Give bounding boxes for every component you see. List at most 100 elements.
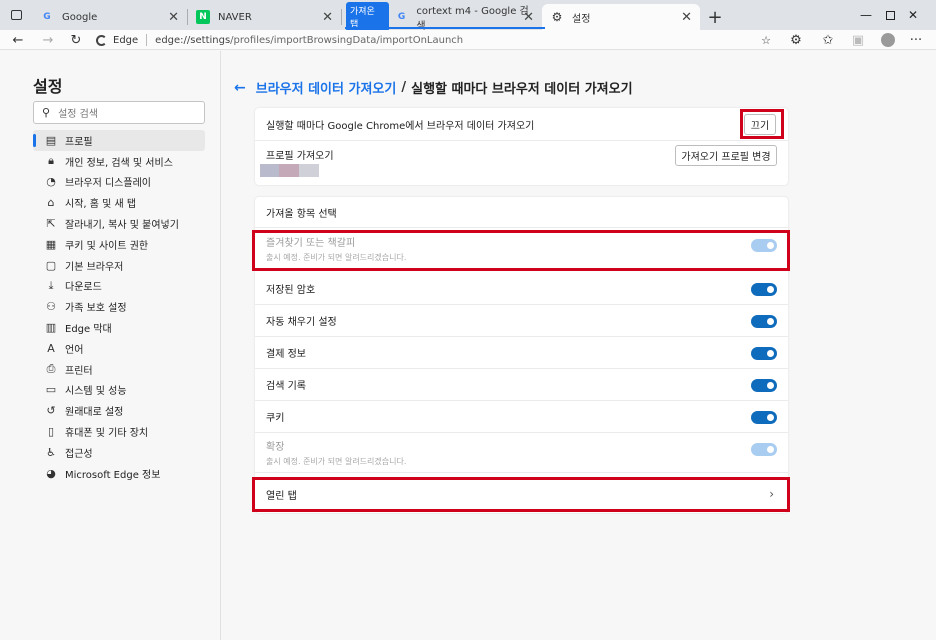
search-placeholder: 설정 검색 bbox=[58, 109, 99, 120]
arrow-left-icon: ← bbox=[12, 32, 24, 48]
naver-n-icon: N bbox=[196, 10, 210, 24]
close-icon[interactable]: ✕ bbox=[322, 10, 333, 25]
autofill-toggle[interactable] bbox=[751, 315, 777, 328]
payment-info-toggle[interactable] bbox=[751, 347, 777, 360]
close-icon[interactable]: ✕ bbox=[523, 10, 534, 25]
refresh-icon: ↻ bbox=[70, 32, 82, 48]
sidebar-item-accessibility[interactable]: ♿︎ 접근성 bbox=[33, 442, 205, 463]
sidebar-item-label: 시작, 홈 및 새 탭 bbox=[65, 199, 137, 211]
settings-main: ← 브라우저 데이터 가져오기 / 실행할 때마다 브라우저 데이터 가져오기 … bbox=[222, 51, 936, 640]
sidebar-item-printers[interactable]: ⎙ 프린터 bbox=[33, 359, 205, 380]
sidebar-item-label: 언어 bbox=[65, 344, 84, 356]
breadcrumb: ← 브라우저 데이터 가져오기 / 실행할 때마다 브라우저 데이터 가져오기 bbox=[234, 78, 633, 98]
breadcrumb-parent-link[interactable]: 브라우저 데이터 가져오기 bbox=[256, 78, 397, 97]
extensions-toggle[interactable] bbox=[751, 443, 777, 456]
tab-google[interactable]: G Google ✕ bbox=[32, 4, 187, 30]
favorite-star-button[interactable]: ☆ bbox=[754, 30, 778, 50]
extensions-button[interactable]: ⚙ bbox=[784, 30, 808, 50]
extensions-row: 확장 출시 예정. 준비가 되면 알려드리겠습니다. bbox=[255, 433, 788, 473]
back-arrow-icon[interactable]: ← bbox=[234, 80, 246, 96]
sidebar-item-label: 접근성 bbox=[65, 448, 93, 460]
favorites-icon: ✩ bbox=[822, 32, 834, 48]
tab-settings[interactable]: ⚙ 설정 ✕ bbox=[542, 4, 700, 30]
highlight-box bbox=[252, 230, 790, 271]
profile-name-redacted bbox=[260, 164, 319, 177]
google-g-icon: G bbox=[397, 12, 406, 22]
download-icon: ⤓ bbox=[48, 278, 54, 292]
back-button[interactable]: ← bbox=[6, 30, 30, 50]
import-items-card: 가져올 항목 선택 즐겨찾기 또는 책갈피 출시 예정. 준비가 되면 알려드리… bbox=[252, 197, 790, 513]
sidebar-item-appearance[interactable]: ◔ 브라우저 디스플레이 bbox=[33, 172, 205, 193]
reset-icon: ↺ bbox=[46, 404, 56, 418]
puzzle-icon: ⚙ bbox=[790, 32, 802, 48]
sidebar-item-reset[interactable]: ↺ 원래대로 설정 bbox=[33, 400, 205, 421]
highlight-box bbox=[740, 109, 784, 139]
sidebar-item-phone[interactable]: ▯ 휴대폰 및 기타 장치 bbox=[33, 421, 205, 442]
sidebar-item-about[interactable]: ◕ Microsoft Edge 정보 bbox=[33, 463, 205, 484]
sidebar-item-label: Edge 막대 bbox=[65, 324, 112, 336]
arrow-right-icon: → bbox=[42, 32, 54, 48]
item-label: 저장된 암호 bbox=[266, 285, 316, 296]
address-url-path: /profiles/importBrowsingData/importOnLau… bbox=[230, 34, 464, 46]
change-import-profile-button[interactable]: 가져오기 프로필 변경 bbox=[675, 145, 777, 166]
settings-search-input[interactable]: ⚲ 설정 검색 bbox=[33, 101, 205, 124]
sidebar-item-downloads[interactable]: ⤓ 다운로드 bbox=[33, 276, 205, 297]
sidebar-item-share-copy-paste[interactable]: ⇱ 잘라내기, 복사 및 붙여넣기 bbox=[33, 213, 205, 234]
close-window-button[interactable]: ✕ bbox=[890, 0, 936, 30]
star-add-icon: ☆ bbox=[761, 33, 771, 47]
forward-button[interactable]: → bbox=[36, 30, 60, 50]
tab-title: NAVER bbox=[218, 11, 252, 23]
laptop-icon: ▭ bbox=[45, 383, 57, 397]
profile-import-label: 프로필 가져오기 bbox=[266, 150, 334, 162]
item-label: 확장 bbox=[266, 442, 285, 453]
address-separator bbox=[146, 34, 148, 46]
sidebar-title: 설정 bbox=[33, 77, 63, 96]
tab-actions-button[interactable] bbox=[0, 0, 32, 30]
sidebar-item-start-home[interactable]: ⌂ 시작, 홈 및 새 탭 bbox=[33, 192, 205, 213]
sidebar-item-languages[interactable]: A 언어 bbox=[33, 338, 205, 359]
edge-logo-icon bbox=[96, 34, 107, 46]
sidebar-item-label: 프로필 bbox=[65, 136, 93, 148]
cookies-toggle[interactable] bbox=[751, 411, 777, 424]
sidebar-item-system[interactable]: ▭ 시스템 및 성능 bbox=[33, 380, 205, 401]
family-icon: ⚇ bbox=[46, 300, 56, 314]
phone-icon: ▯ bbox=[47, 425, 55, 439]
sidebar-item-label: 브라우저 디스플레이 bbox=[65, 178, 151, 190]
import-on-launch-row: 실행할 때마다 Google Chrome에서 브라우저 데이터 가져오기 bbox=[255, 108, 788, 141]
gear-icon: ⚙ bbox=[551, 10, 563, 24]
item-label: 쿠키 bbox=[266, 413, 285, 424]
tab-naver[interactable]: N NAVER ✕ bbox=[188, 4, 341, 30]
item-label: 검색 기록 bbox=[266, 381, 306, 392]
sidebar-item-default-browser[interactable]: ▢ 기본 브라우저 bbox=[33, 255, 205, 276]
sidebar-item-profile[interactable]: ▤ 프로필 bbox=[33, 130, 205, 151]
tab-title: Google bbox=[62, 11, 98, 23]
refresh-button[interactable]: ↻ bbox=[64, 30, 88, 50]
profile-button[interactable] bbox=[876, 30, 900, 50]
sidebar-item-label: 다운로드 bbox=[65, 282, 102, 294]
history-toggle[interactable] bbox=[751, 379, 777, 392]
item-label: 자동 채우기 설정 bbox=[266, 317, 337, 328]
sidebar-item-label: 시스템 및 성능 bbox=[65, 386, 127, 398]
tab-group-underline bbox=[345, 27, 545, 29]
sidebar-item-privacy[interactable]: 🔒︎ 개인 정보, 검색 및 서비스 bbox=[33, 151, 205, 172]
import-items-header: 가져올 항목 선택 bbox=[255, 197, 788, 228]
sidebar-item-cookies[interactable]: ▦ 쿠키 및 사이트 권한 bbox=[33, 234, 205, 255]
home-icon: ⌂ bbox=[47, 196, 55, 210]
sidebar-item-edge-bar[interactable]: ▥ Edge 막대 bbox=[33, 317, 205, 338]
sidebar-item-family[interactable]: ⚇ 가족 보호 설정 bbox=[33, 296, 205, 317]
sidebar-item-label: 잘라내기, 복사 및 붙여넣기 bbox=[65, 220, 179, 232]
address-bar[interactable]: Edge edge://settings/profiles/importBrow… bbox=[96, 30, 786, 50]
new-tab-button[interactable]: + bbox=[700, 4, 730, 30]
collections-button[interactable]: ▣ bbox=[846, 30, 870, 50]
address-prefix: Edge bbox=[113, 34, 139, 46]
favorites-button[interactable]: ✩ bbox=[816, 30, 840, 50]
avatar bbox=[881, 33, 895, 47]
edge-bar-icon: ▥ bbox=[45, 321, 57, 335]
tab-strip: G Google ✕ N NAVER ✕ 가져온 탭 G cortext m4 … bbox=[0, 0, 936, 32]
close-icon[interactable]: ✕ bbox=[168, 10, 179, 25]
close-icon[interactable]: ✕ bbox=[681, 10, 692, 25]
autofill-row: 자동 채우기 설정 bbox=[255, 305, 788, 337]
tab-title: 설정 bbox=[572, 13, 591, 25]
passwords-toggle[interactable] bbox=[751, 283, 777, 296]
more-menu-button[interactable]: ··· bbox=[904, 30, 928, 50]
